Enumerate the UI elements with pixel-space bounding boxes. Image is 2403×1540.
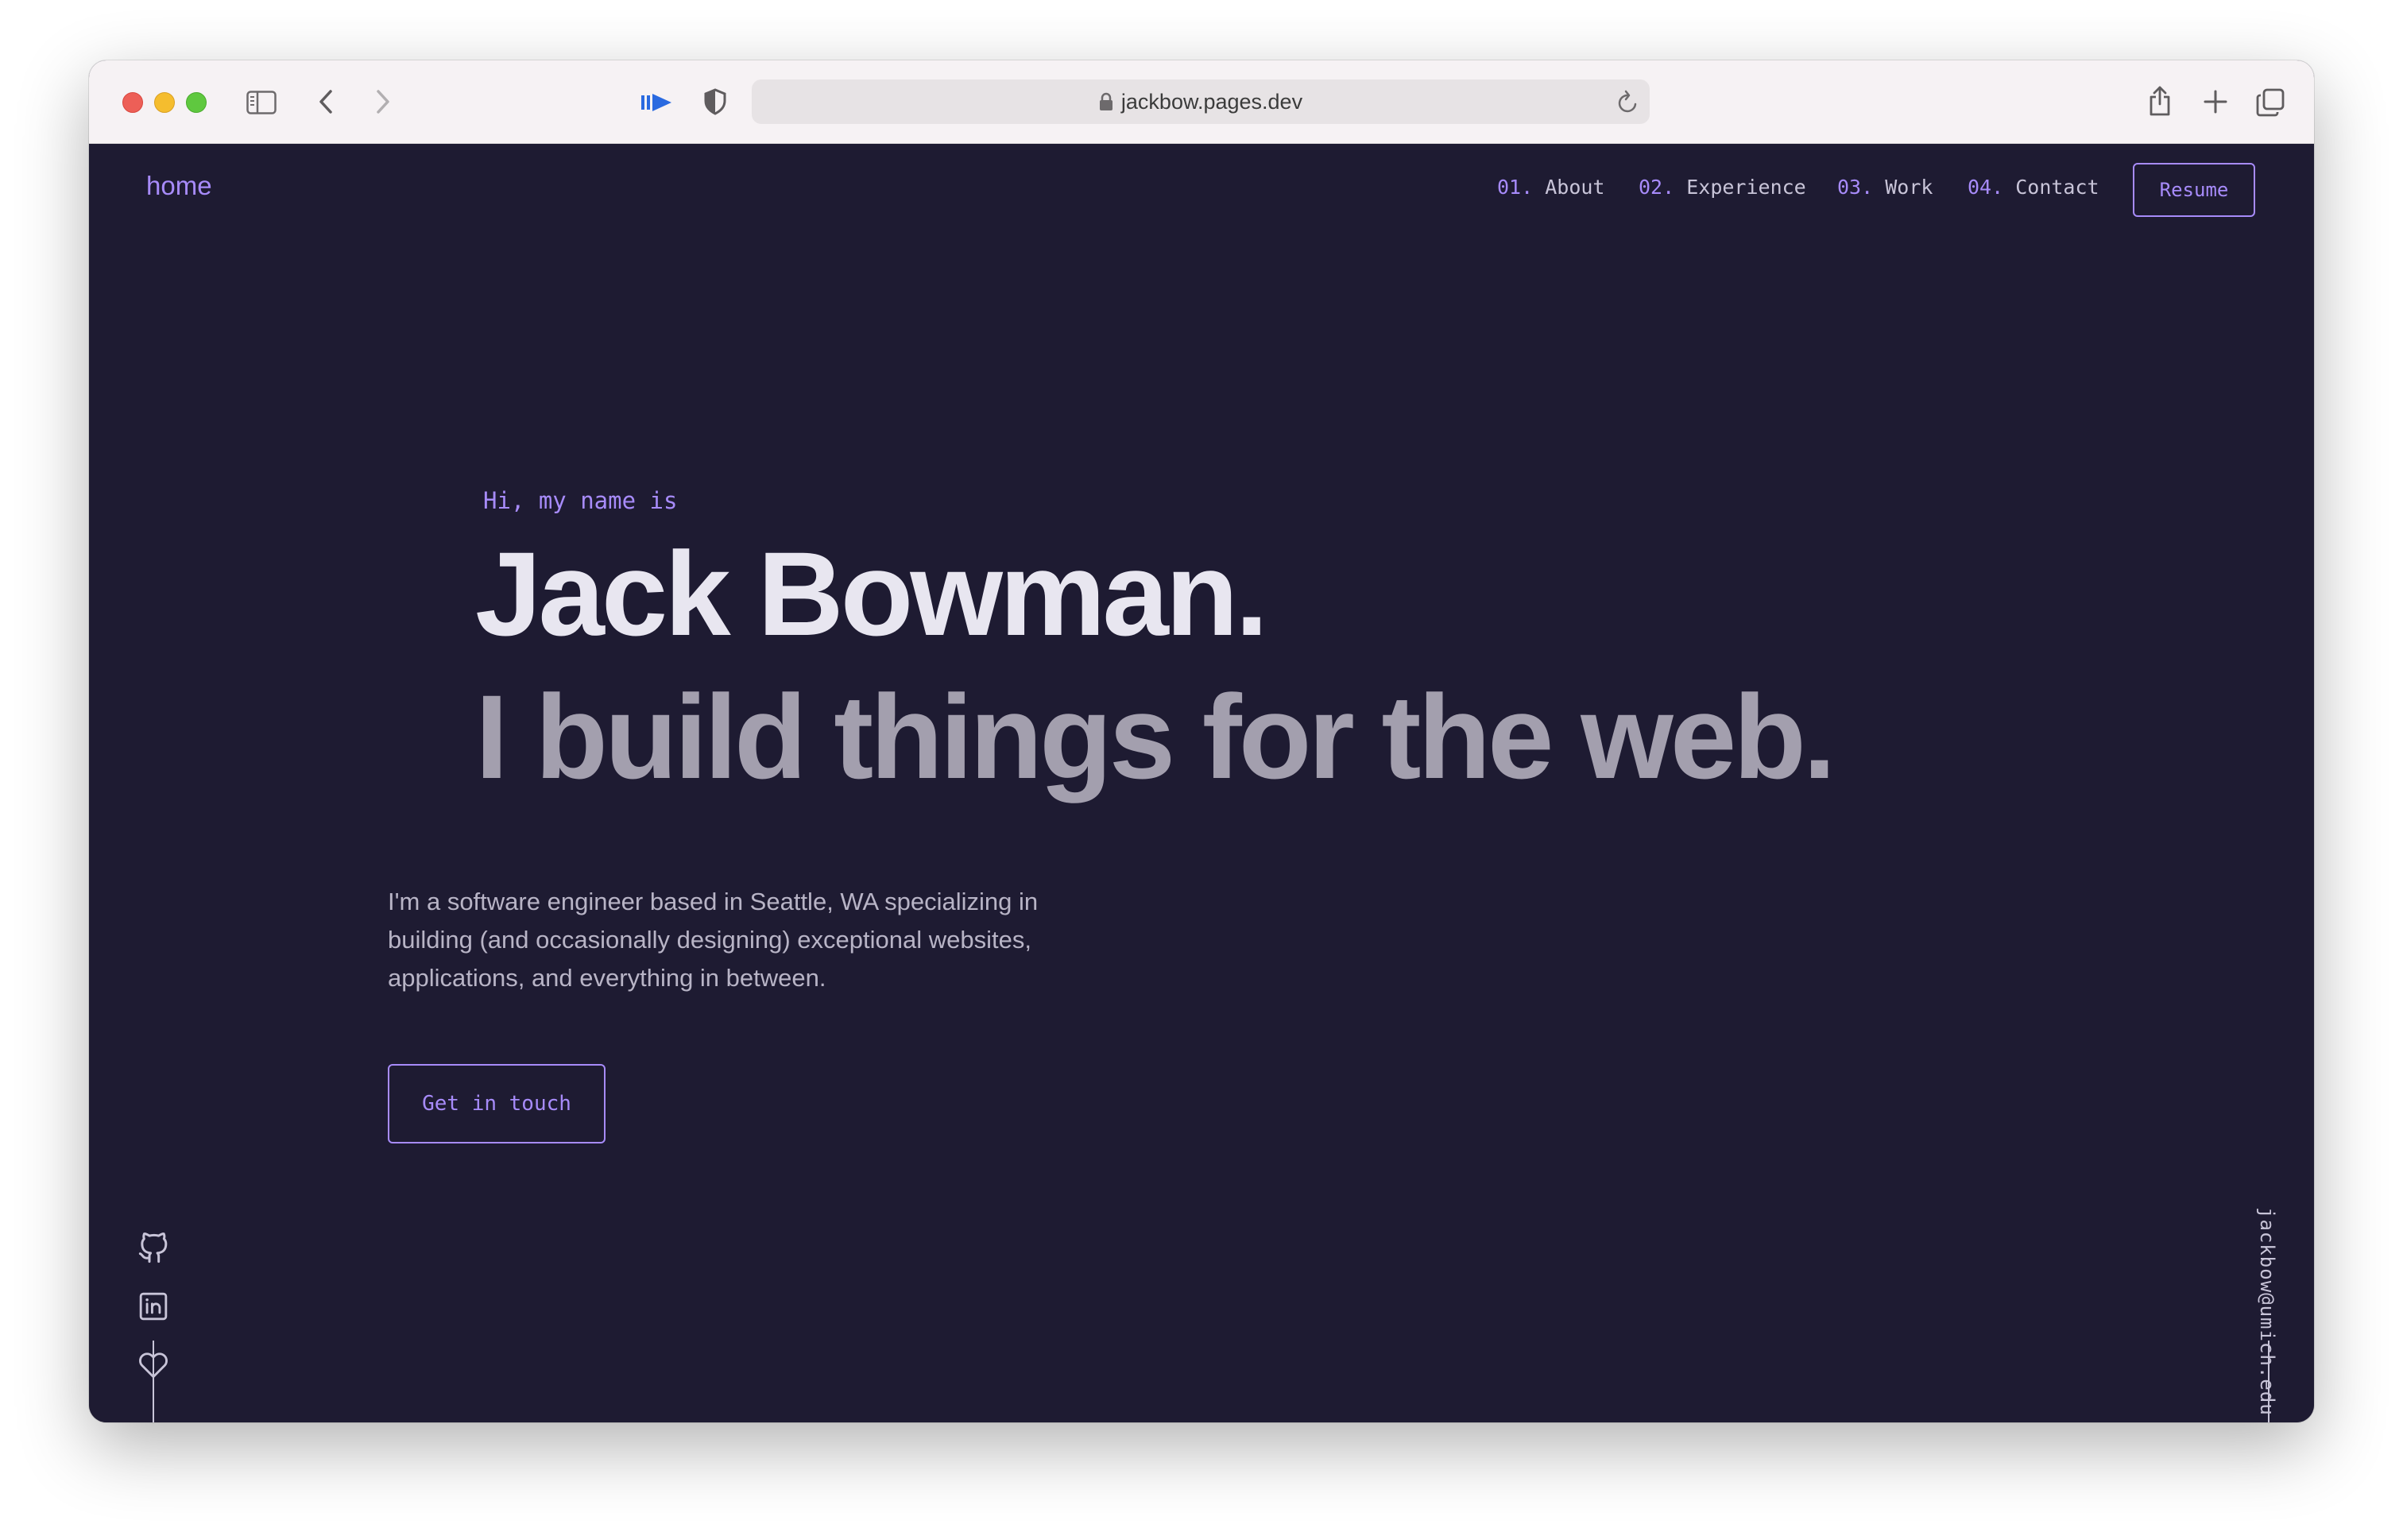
minimize-window-button[interactable] — [154, 92, 175, 113]
nav-item-number: 01. — [1497, 176, 1534, 199]
nav-item-work[interactable]: 03. Work — [1837, 176, 1933, 199]
share-icon[interactable] — [2144, 83, 2176, 119]
nav-item-label: About — [1545, 176, 1605, 199]
email-link[interactable]: jackbow@umich.edu — [2256, 1207, 2278, 1416]
hero-name: Jack Bowman. — [475, 527, 1268, 660]
right-sidebar-line — [2268, 1341, 2270, 1422]
lock-icon — [1099, 92, 1113, 111]
linkedin-icon[interactable] — [137, 1290, 170, 1323]
nav-item-label: Work — [1885, 176, 1933, 199]
tab-overview-icon[interactable] — [2254, 86, 2287, 119]
new-tab-icon[interactable] — [2200, 86, 2231, 118]
url-text: jackbow.pages.dev — [1120, 89, 1303, 114]
nav-item-number: 03. — [1837, 176, 1874, 199]
privacy-shield-icon[interactable] — [699, 86, 731, 118]
browser-window: jackbow.pages.dev home 01. About 02. Exp… — [89, 60, 2314, 1422]
left-sidebar-line — [153, 1341, 154, 1422]
reload-icon[interactable] — [1616, 89, 1640, 120]
zoom-window-button[interactable] — [186, 92, 207, 113]
nav-item-about[interactable]: 01. About — [1497, 176, 1604, 199]
address-bar[interactable]: jackbow.pages.dev — [752, 79, 1650, 124]
close-window-button[interactable] — [122, 92, 143, 113]
nav-item-number: 04. — [1968, 176, 2004, 199]
back-icon[interactable] — [310, 86, 342, 118]
logo-home-link[interactable]: home — [146, 171, 212, 201]
nav-item-label: Contact — [2015, 176, 2099, 199]
page-content: home 01. About 02. Experience 03. Work 0… — [89, 144, 2314, 1422]
github-icon[interactable] — [137, 1232, 170, 1265]
extension-icon[interactable] — [639, 87, 674, 118]
nav-item-number: 02. — [1639, 176, 1675, 199]
get-in-touch-button[interactable]: Get in touch — [388, 1064, 606, 1143]
hero-greeting: Hi, my name is — [483, 487, 678, 514]
nav-item-contact[interactable]: 04. Contact — [1968, 176, 2099, 199]
forward-icon[interactable] — [367, 86, 399, 118]
nav-item-label: Experience — [1686, 176, 1806, 199]
browser-toolbar: jackbow.pages.dev — [89, 60, 2314, 144]
sidebar-toggle-icon[interactable] — [245, 86, 278, 119]
nav-item-experience[interactable]: 02. Experience — [1639, 176, 1806, 199]
resume-button[interactable]: Resume — [2133, 163, 2255, 217]
hero-tagline: I build things for the web. — [475, 670, 1836, 803]
hero-bio: I'm a software engineer based in Seattle… — [388, 888, 1039, 992]
